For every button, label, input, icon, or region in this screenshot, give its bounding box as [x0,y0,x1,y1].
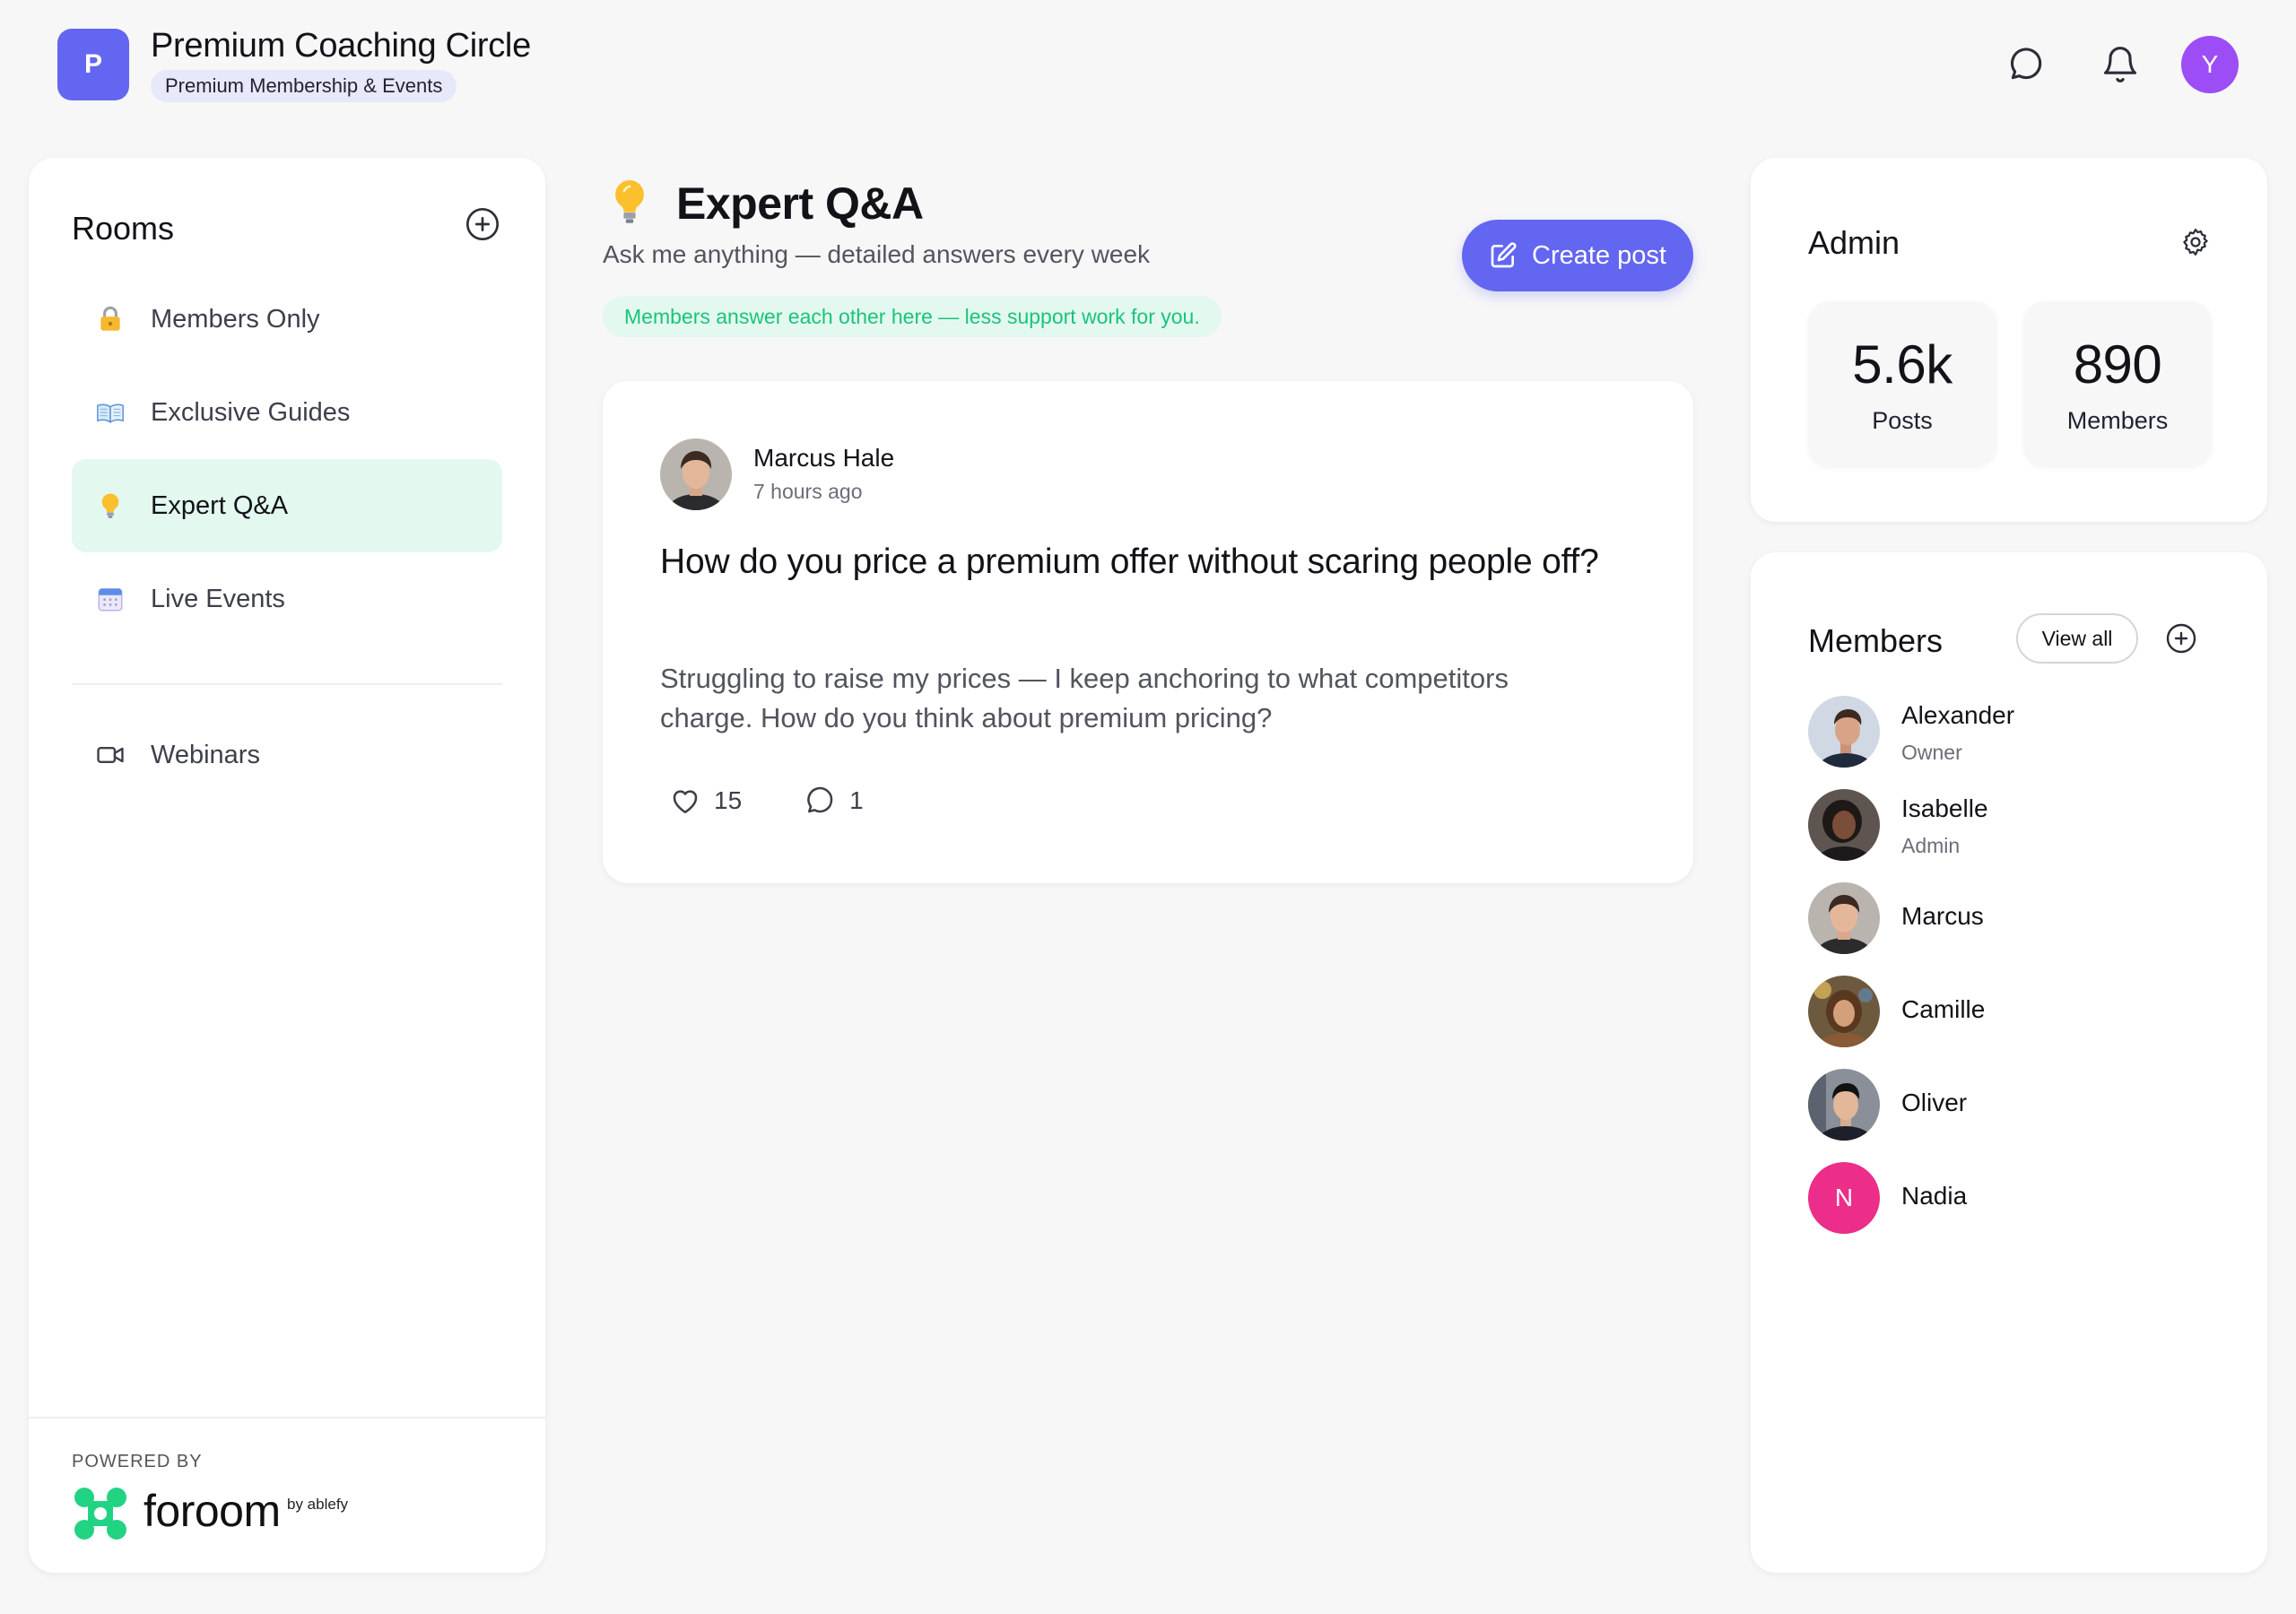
post-body: Struggling to raise my prices — I keep a… [660,663,1509,733]
rooms-sidebar: Rooms Members Only Exclusive Guides Expe… [29,158,545,1573]
calendar-icon [95,584,126,614]
room-title: Expert Q&A [676,178,924,229]
edit-icon [1489,241,1518,270]
rooms-heading: Rooms [72,210,175,247]
member-name: Oliver [1901,1089,1968,1116]
member-name: Camille [1901,995,1986,1023]
foroom-by-ablefy: by ablefy [287,1496,349,1513]
view-all-button[interactable]: View all [2016,613,2138,664]
avatar [1808,882,1880,954]
post-timestamp: 7 hours ago [753,480,863,503]
community-title: Premium Coaching Circle [151,27,531,65]
add-room-icon[interactable] [465,206,500,242]
comment-icon [804,785,837,817]
user-avatar[interactable]: Y [2181,36,2239,93]
sidebar-item-label: Webinars [151,740,260,769]
posts-stat: 5.6k Posts [1808,301,1996,466]
chat-bubble-icon[interactable] [2007,45,2047,84]
like-count: 15 [714,786,743,814]
comment-button[interactable]: 1 [796,781,873,820]
post-title[interactable]: How do you price a premium offer without… [660,537,1647,587]
sidebar-item-members-only[interactable]: Members Only [72,273,502,366]
lock-icon [95,304,126,334]
avatar [1808,789,1880,861]
members-stat: 890 Members [2023,301,2212,466]
author-avatar[interactable] [660,438,732,510]
avatar: N [1808,1162,1880,1234]
avatar [1808,976,1880,1047]
post-card[interactable]: Marcus Hale 7 hours ago How do you price… [603,381,1693,883]
app: P Premium Coaching Circle Premium Member… [0,0,2296,1614]
posts-stat-label: Posts [1872,407,1933,434]
sidebar-item-live-events[interactable]: Live Events [72,552,502,646]
sidebar-item-label: Expert Q&A [151,490,289,520]
room-tip-badge: Members answer each other here — less su… [603,296,1222,337]
foroom-brand[interactable]: foroom [144,1485,281,1537]
member-role: Admin [1901,834,1961,857]
sidebar-item-label: Exclusive Guides [151,397,351,427]
add-member-icon[interactable] [2165,622,2197,655]
sidebar-item-label: Members Only [151,304,320,334]
post-author-name[interactable]: Marcus Hale [753,444,894,473]
member-name: Marcus [1901,902,1984,930]
avatar [1808,1069,1880,1141]
member-name: Nadia [1901,1182,1968,1210]
comment-count: 1 [849,786,864,814]
top-header: P Premium Coaching Circle Premium Member… [0,0,2296,134]
members-heading: Members [1808,622,1944,659]
powered-by-label: POWERED BY [72,1452,203,1471]
community-logo[interactable]: P [57,29,129,100]
rooms-divider [72,683,502,685]
members-stat-label: Members [2066,407,2169,434]
member-row-camille[interactable]: Camille [1808,976,2203,1047]
post-actions: 15 1 [660,781,873,820]
admin-heading: Admin [1808,224,1900,261]
members-card: Members View all Alexander Owner Isabell… [1751,552,2267,1573]
foroom-logo-icon[interactable] [72,1485,129,1542]
member-name: Isabelle [1901,794,1988,822]
member-role: Owner [1901,741,1962,764]
sidebar-item-webinars[interactable]: Webinars [72,708,502,802]
room-description: Ask me anything — detailed answers every… [603,240,1151,268]
member-row-alexander[interactable]: Alexander Owner [1808,696,2203,768]
sidebar-item-expert-qa[interactable]: Expert Q&A [72,459,502,552]
avatar [1808,696,1880,768]
sidebar-item-exclusive-guides[interactable]: Exclusive Guides [72,366,502,459]
bell-icon[interactable] [2100,45,2140,84]
member-row-marcus[interactable]: Marcus [1808,882,2203,954]
admin-card: Admin 5.6k Posts 890 Members [1751,158,2267,522]
member-row-nadia[interactable]: N Nadia [1808,1162,2203,1234]
create-post-button[interactable]: Create post [1462,220,1693,291]
like-button[interactable]: 15 [660,781,751,820]
heart-icon [669,785,701,817]
sidebar-item-label: Live Events [151,584,285,613]
community-subtitle-badge: Premium Membership & Events [151,70,457,102]
video-camera-icon [95,740,126,770]
create-post-label: Create post [1532,240,1666,270]
footer-divider [29,1417,545,1419]
member-row-oliver[interactable]: Oliver [1808,1069,2203,1141]
member-row-isabelle[interactable]: Isabelle Admin [1808,789,2203,861]
posts-stat-value: 5.6k [1852,334,1952,395]
members-stat-value: 890 [2073,334,2162,395]
lightbulb-icon [95,490,126,521]
lightbulb-icon [608,178,651,228]
gear-icon[interactable] [2179,226,2212,258]
member-name: Alexander [1901,701,2015,729]
book-icon [95,397,126,428]
